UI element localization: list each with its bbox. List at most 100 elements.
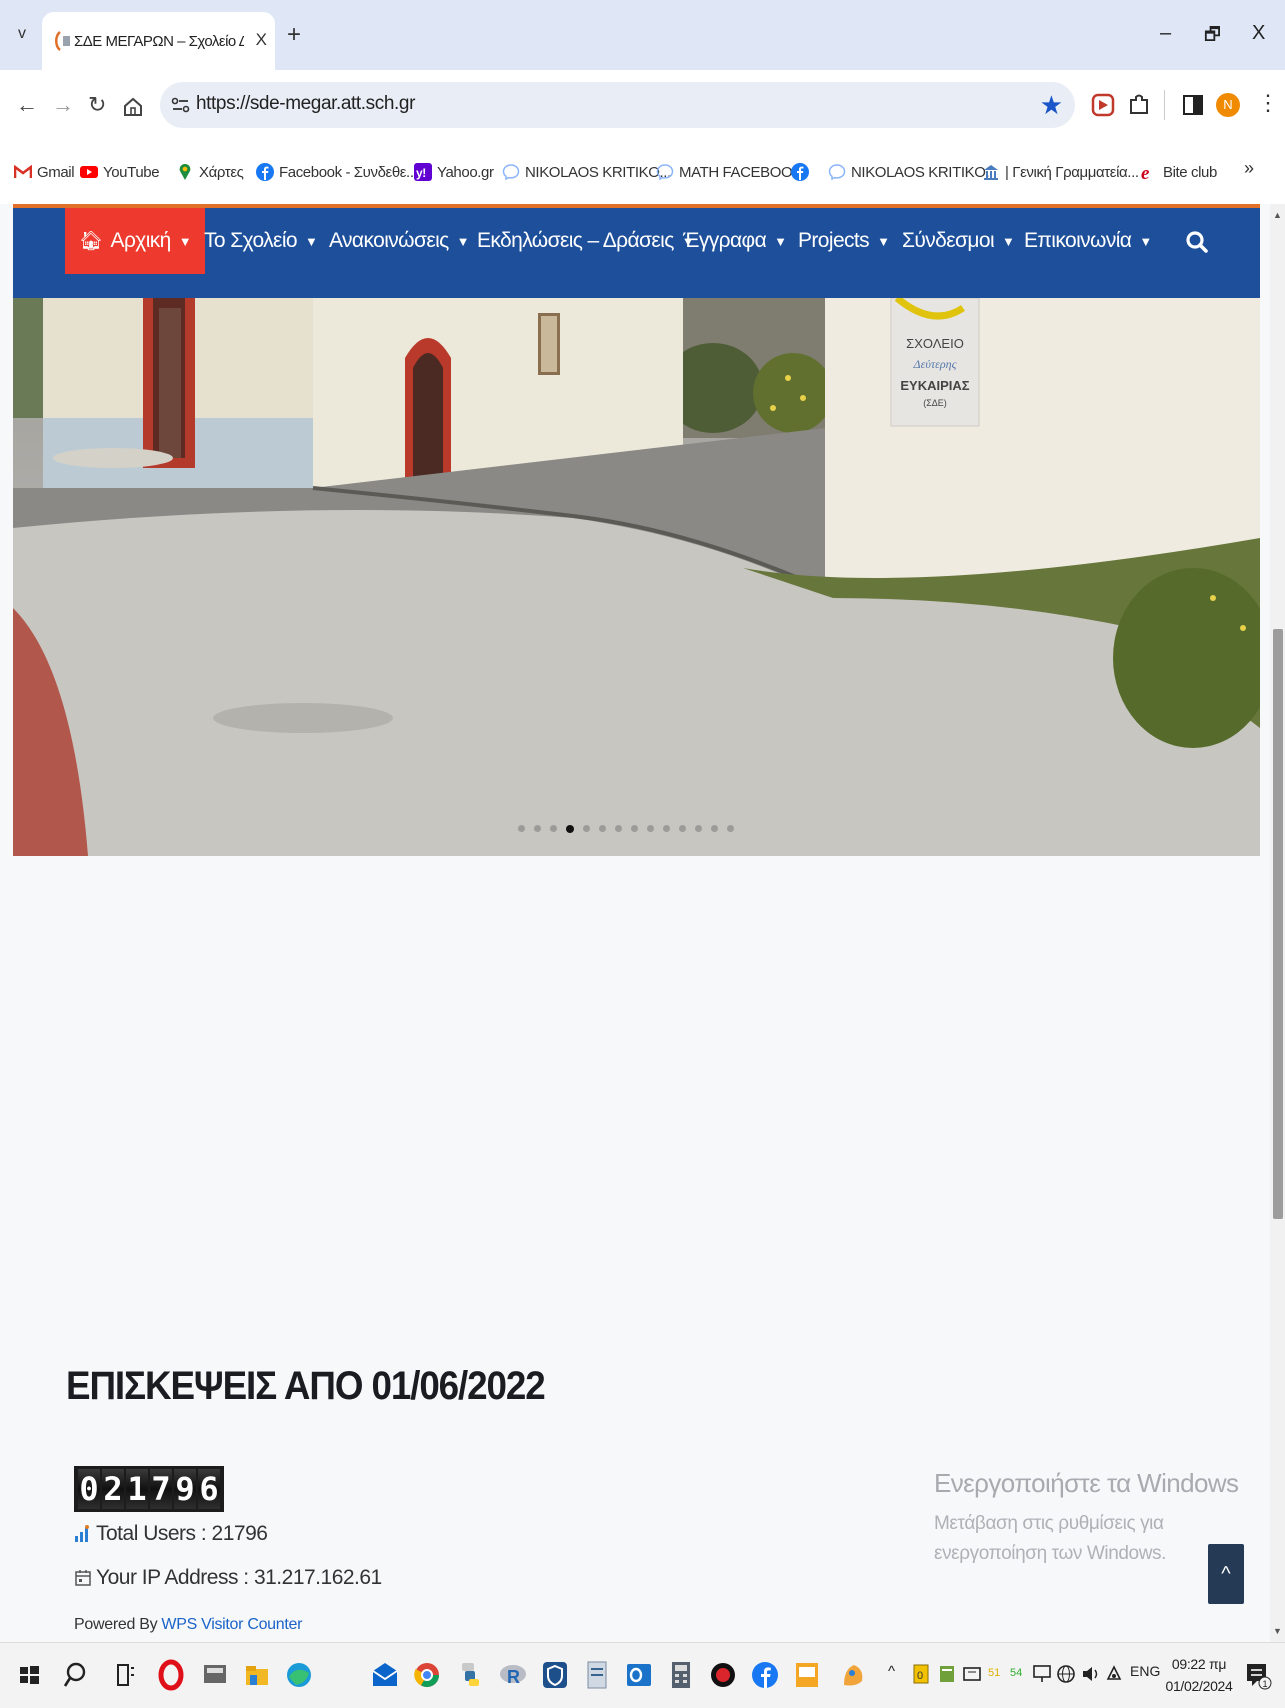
tray-network-card-icon[interactable] — [962, 1663, 982, 1685]
windows-activation-subtitle: Μετάβαση στις ρυθμίσεις για ενεργοποίηση… — [934, 1513, 1167, 1564]
tray-usb-icon[interactable] — [1104, 1663, 1124, 1685]
slider-dot[interactable] — [647, 825, 654, 832]
bookmark-gmail[interactable]: Gmail — [14, 160, 75, 184]
notifications-icon[interactable]: 1 — [1244, 1659, 1272, 1691]
slider-dot[interactable] — [615, 825, 622, 832]
tab-strip: v ΣΔΕ ΜΕΓΑΡΩΝ – Σχολείο Δεύτε X + – 🗗 X — [0, 0, 1285, 70]
profile-avatar[interactable]: N — [1216, 93, 1240, 117]
bookmark-label: NIKOLAOS KRITIKO... — [851, 163, 997, 181]
hero-slider[interactable]: ΣΧΟΛΕΙΟ Δεύτερης ΕΥΚΑΙΡΙΑΣ (ΣΔΕ) — [13, 298, 1260, 856]
language-indicator[interactable]: ENG — [1130, 1663, 1160, 1679]
restore-button[interactable]: 🗗 — [1204, 22, 1221, 52]
nav-item-documents[interactable]: Έγγραφα ▼ — [683, 208, 787, 274]
extensions-puzzle-icon[interactable] — [1126, 92, 1152, 118]
python-icon[interactable] — [456, 1659, 486, 1691]
bookmark-yahoo[interactable]: y! Yahoo.gr — [414, 160, 494, 184]
new-tab-button[interactable]: + — [287, 21, 301, 49]
search-icon[interactable] — [1183, 228, 1211, 256]
nav-item-announcements[interactable]: Ανακοινώσεις ▼ — [329, 208, 470, 274]
red-app-icon[interactable] — [708, 1659, 738, 1691]
extension-red-icon[interactable] — [1090, 92, 1116, 118]
nav-item-links[interactable]: Σύνδεσμοι ▼ — [902, 208, 1015, 274]
bookmark-math-facebook[interactable]: MATH FACEBOOK — [656, 160, 802, 184]
more-bookmarks-button[interactable]: » — [1244, 158, 1254, 179]
r-language-icon[interactable]: R — [498, 1659, 528, 1691]
address-bar[interactable]: https://sde-megar.att.sch.gr ★ — [160, 82, 1075, 128]
slider-dot[interactable] — [583, 825, 590, 832]
edge-icon[interactable] — [284, 1659, 314, 1691]
slider-dot[interactable] — [599, 825, 606, 832]
shield-app-icon[interactable] — [540, 1659, 570, 1691]
bookmark-maps[interactable]: Χάρτες — [176, 160, 244, 184]
bookmark-messenger-1[interactable]: NIKOLAOS KRITIKO... — [502, 160, 671, 184]
task-view-icon[interactable] — [110, 1659, 140, 1691]
back-to-top-button[interactable]: ^ — [1208, 1544, 1244, 1604]
nav-item-school[interactable]: Το Σχολείο ▼ — [204, 208, 318, 274]
chrome-icon[interactable] — [412, 1659, 442, 1691]
slider-dot[interactable] — [566, 825, 574, 833]
slider-dot[interactable] — [550, 825, 557, 832]
nav-label: Εκδηλώσεις – Δράσεις — [477, 229, 674, 252]
slider-dot[interactable] — [727, 825, 734, 832]
slider-dot[interactable] — [679, 825, 686, 832]
slider-dot[interactable] — [534, 825, 541, 832]
scroll-up-arrow-icon[interactable]: ▲ — [1273, 210, 1282, 220]
nav-label: Έγγραφα — [683, 229, 767, 252]
search-icon[interactable] — [60, 1659, 90, 1691]
slider-dot[interactable] — [518, 825, 525, 832]
bookmark-star-icon[interactable]: ★ — [1040, 90, 1063, 121]
windows-start-icon[interactable] — [14, 1659, 44, 1691]
notes-app-icon[interactable] — [792, 1659, 822, 1691]
bookmark-bite-club[interactable]: e Bite club — [1140, 160, 1217, 184]
document-app-icon[interactable] — [582, 1659, 612, 1691]
site-info-icon[interactable] — [170, 94, 192, 116]
outlook-icon[interactable] — [624, 1659, 654, 1691]
paint-app-icon[interactable] — [838, 1659, 868, 1691]
bookmark-gen-secretariat[interactable]: | Γενική Γραμματεία... — [982, 160, 1139, 184]
scroll-thumb[interactable] — [1273, 629, 1283, 1219]
forward-arrow-icon[interactable]: → — [52, 92, 74, 118]
slider-dot[interactable] — [711, 825, 718, 832]
minimize-button[interactable]: – — [1160, 22, 1171, 45]
home-icon[interactable] — [122, 96, 144, 118]
nav-item-projects[interactable]: Projects ▼ — [798, 208, 890, 274]
page-scrollbar[interactable]: ▲ ▼ — [1270, 204, 1285, 1642]
nav-item-home[interactable]: 🏠︎ Αρχική ▼ — [65, 208, 206, 274]
facebook-icon[interactable] — [750, 1659, 780, 1691]
messenger-icon — [656, 164, 674, 181]
tray-app-icon[interactable]: 0 — [912, 1663, 930, 1685]
system-clock[interactable]: 09:22 πμ 01/02/2024 — [1164, 1653, 1234, 1697]
bookmark-facebook-2[interactable] — [791, 160, 814, 184]
browser-menu-icon[interactable]: ⋮ — [1257, 90, 1279, 116]
show-hidden-icons-button[interactable]: ^ — [888, 1663, 895, 1680]
mail-icon[interactable] — [370, 1659, 400, 1691]
nav-item-contact[interactable]: Επικοινωνία ▼ — [1024, 208, 1152, 274]
scroll-down-arrow-icon[interactable]: ▼ — [1273, 1626, 1282, 1636]
file-explorer-icon[interactable] — [242, 1659, 272, 1691]
volume-icon[interactable] — [1080, 1663, 1102, 1685]
tab-close-button[interactable]: X — [256, 30, 267, 50]
calculator-icon[interactable] — [666, 1659, 696, 1691]
bookmark-facebook[interactable]: Facebook - Συνδεθε... — [256, 160, 418, 184]
active-tab[interactable]: ΣΔΕ ΜΕΓΑΡΩΝ – Σχολείο Δεύτε X — [42, 12, 275, 70]
slider-dot[interactable] — [631, 825, 638, 832]
wps-visitor-counter-link[interactable]: WPS Visitor Counter — [161, 1616, 302, 1633]
tray-notes-icon[interactable] — [938, 1663, 958, 1685]
reload-icon[interactable]: ↻ — [88, 92, 106, 118]
bookmark-label: Χάρτες — [199, 163, 244, 181]
network-globe-icon[interactable] — [1056, 1663, 1076, 1685]
opera-icon[interactable] — [156, 1659, 186, 1691]
bookmark-messenger-2[interactable]: NIKOLAOS KRITIKO... — [828, 160, 997, 184]
total-users-text: Total Users : 21796 — [96, 1522, 268, 1545]
nav-item-events[interactable]: Εκδηλώσεις – Δράσεις ▼ — [477, 208, 695, 274]
tray-monitor-icon[interactable] — [1032, 1663, 1052, 1685]
slider-dot[interactable] — [695, 825, 702, 832]
back-arrow-icon[interactable]: ← — [16, 92, 38, 118]
app-monitor-icon[interactable] — [200, 1659, 230, 1691]
counter-digit: 9 — [174, 1469, 196, 1509]
slider-dot[interactable] — [663, 825, 670, 832]
tab-search-button[interactable]: v — [10, 22, 34, 46]
side-panel-icon[interactable] — [1180, 92, 1206, 118]
bookmark-youtube[interactable]: YouTube — [80, 160, 160, 184]
close-window-button[interactable]: X — [1252, 22, 1265, 45]
